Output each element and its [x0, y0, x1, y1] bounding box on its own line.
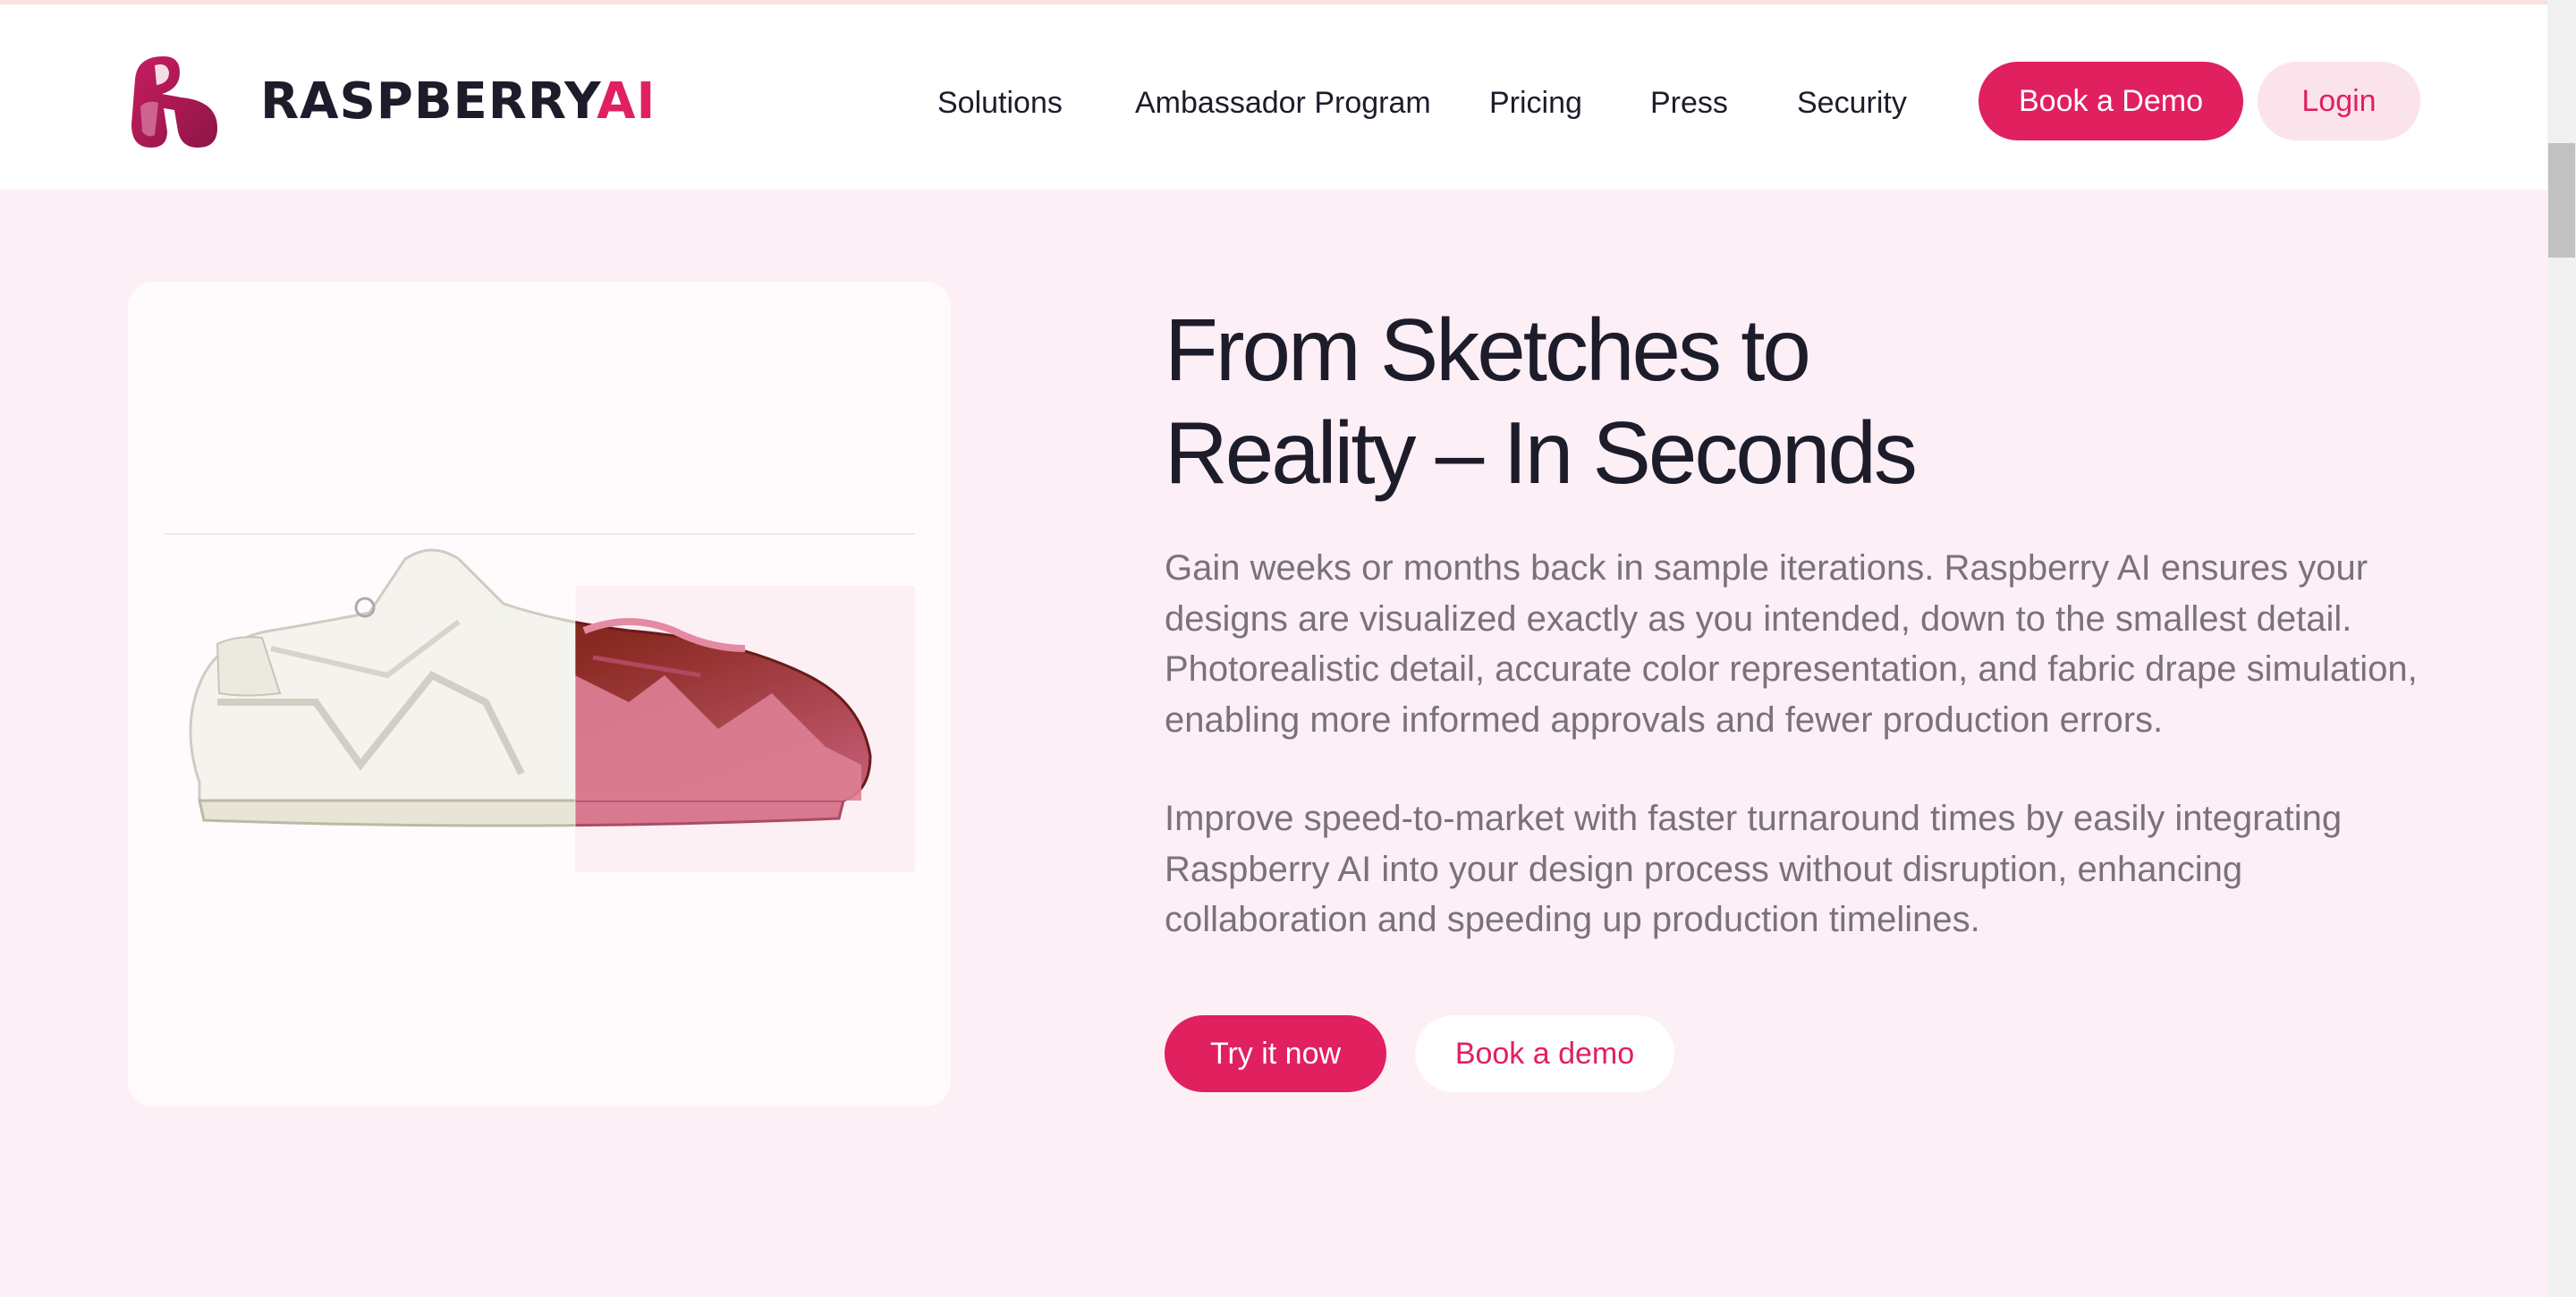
nav-item-ambassador-program[interactable]: Ambassador Program	[1135, 76, 1431, 130]
brand-name: RASPBERRY	[260, 72, 597, 131]
try-it-now-button[interactable]: Try it now	[1165, 1015, 1386, 1092]
hero-description-secondary: Improve speed-to-market with faster turn…	[1165, 799, 2343, 939]
headline-line-2: Reality – In Seconds	[1165, 403, 1918, 502]
login-button[interactable]: Login	[2258, 62, 2420, 140]
nav-item-pricing[interactable]: Pricing	[1489, 76, 1582, 130]
nav-item-security[interactable]: Security	[1797, 76, 1907, 130]
brand-logo[interactable]: RASPBERRYAI	[128, 53, 656, 149]
hero-description: Gain weeks or months back in sample iter…	[1165, 548, 2418, 740]
book-demo-button[interactable]: Book a Demo	[1979, 62, 2243, 140]
brand-name-accent: AI	[597, 72, 657, 131]
book-a-demo-button[interactable]: Book a demo	[1415, 1015, 1674, 1092]
site-header: RASPBERRYAI Solutions Ambassador Program…	[0, 4, 2547, 190]
sneaker-sketch-to-render-image	[164, 533, 915, 872]
brand-wordmark: RASPBERRYAI	[260, 72, 656, 131]
scrollbar-thumb[interactable]	[2548, 143, 2575, 258]
raspberry-logo-icon	[131, 56, 217, 148]
product-image-card	[128, 282, 951, 1106]
headline-line-1: From Sketches to	[1165, 301, 1811, 399]
page-title: From Sketches to Reality – In Seconds	[1165, 299, 2327, 504]
nav-item-solutions[interactable]: Solutions	[937, 76, 1063, 130]
hero-section: From Sketches to Reality – In Seconds Ga…	[0, 190, 2547, 1297]
nav-item-press[interactable]: Press	[1650, 76, 1728, 130]
